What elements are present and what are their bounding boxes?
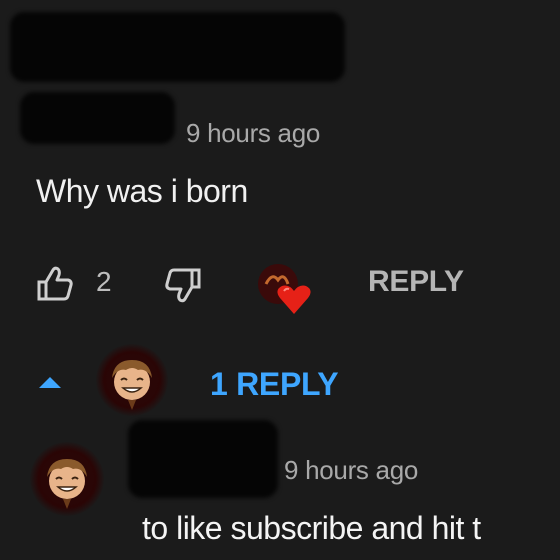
creator-heart <box>252 258 320 318</box>
thumbs-up-icon <box>37 266 73 301</box>
hearted-avatar-icon <box>258 264 311 314</box>
reply-avatar <box>30 442 104 516</box>
caret-up-icon <box>39 377 61 388</box>
thumbs-down-icon <box>165 268 201 303</box>
redacted-reply-username <box>128 420 278 498</box>
redacted-banner <box>10 12 345 82</box>
reply-text: to like subscribe and hit t <box>142 510 481 546</box>
redacted-username <box>20 92 175 144</box>
like-count: 2 <box>96 266 112 297</box>
replier-avatar-small <box>96 344 168 416</box>
reply-button[interactable]: REPLY <box>368 265 464 299</box>
cartoon-face-icon <box>112 360 152 410</box>
reply-timestamp: 9 hours ago <box>284 455 419 485</box>
dislike-button[interactable] <box>158 262 208 308</box>
view-replies-link[interactable]: 1 REPLY <box>210 366 339 403</box>
comment-timestamp: 9 hours ago <box>186 118 321 148</box>
comment-text: Why was i born <box>36 173 248 209</box>
cartoon-face-icon <box>47 459 87 509</box>
like-button[interactable] <box>30 262 80 306</box>
collapse-replies-button[interactable] <box>34 366 66 398</box>
